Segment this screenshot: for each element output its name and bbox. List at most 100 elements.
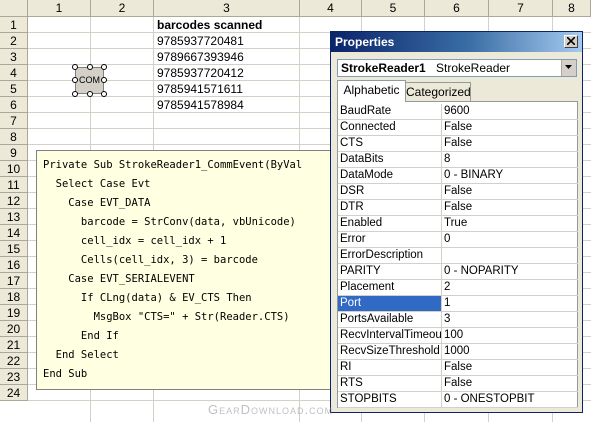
row-header[interactable]: 22 <box>0 353 28 369</box>
column-header[interactable]: 4 <box>300 0 362 17</box>
property-value[interactable]: False <box>444 136 472 151</box>
property-name[interactable]: Placement <box>338 280 442 295</box>
property-row[interactable]: RI False <box>338 360 578 376</box>
cell-barcode[interactable]: 9785937720412 <box>157 65 244 81</box>
property-value[interactable]: False <box>444 120 472 135</box>
tab-categorized[interactable]: Categorized <box>405 82 471 101</box>
row-header[interactable]: 4 <box>0 65 28 81</box>
property-row[interactable]: RecvSizeThreshold 1000 <box>338 344 578 360</box>
row-header[interactable]: 8 <box>0 129 28 145</box>
select-all-corner[interactable] <box>0 0 28 17</box>
property-value[interactable]: 8 <box>444 152 450 167</box>
row-header[interactable]: 11 <box>0 177 28 193</box>
property-row[interactable]: STOPBITS 0 - ONESTOPBIT <box>338 392 578 408</box>
column-header[interactable]: 6 <box>425 0 489 17</box>
property-row[interactable]: CTS False <box>338 136 578 152</box>
row-header[interactable]: 9 <box>0 145 28 161</box>
column-header[interactable]: 8 <box>553 0 591 17</box>
resize-handle[interactable] <box>101 77 107 83</box>
com-control[interactable]: COM <box>75 67 104 94</box>
property-value[interactable]: 100 <box>444 328 463 343</box>
property-name[interactable]: BaudRate <box>338 104 442 119</box>
column-header[interactable]: 2 <box>91 0 154 17</box>
property-name[interactable]: DTR <box>338 200 442 215</box>
property-row[interactable]: Error 0 <box>338 232 578 248</box>
row-header[interactable]: 12 <box>0 193 28 209</box>
row-header[interactable]: 1 <box>0 17 28 33</box>
row-header[interactable]: 10 <box>0 161 28 177</box>
property-value[interactable]: 1 <box>444 296 450 311</box>
row-header[interactable]: 14 <box>0 225 28 241</box>
property-row[interactable]: DataMode 0 - BINARY <box>338 168 578 184</box>
property-row[interactable]: RTS False <box>338 376 578 392</box>
property-name[interactable]: ErrorDescription <box>338 248 442 263</box>
property-name[interactable]: RecvSizeThreshold <box>338 344 442 359</box>
property-value[interactable]: 0 - NOPARITY <box>444 264 519 279</box>
property-row[interactable]: DSR False <box>338 184 578 200</box>
cell-barcode[interactable]: 9785941578984 <box>157 97 244 113</box>
column-header[interactable]: 1 <box>28 0 91 17</box>
column-header[interactable]: 7 <box>489 0 553 17</box>
row-header[interactable]: 2 <box>0 33 28 49</box>
column-header[interactable]: 5 <box>362 0 425 17</box>
property-row[interactable]: DataBits 8 <box>338 152 578 168</box>
row-header[interactable]: 20 <box>0 321 28 337</box>
property-row[interactable]: Connected False <box>338 120 578 136</box>
cell-barcode[interactable]: 9789667393946 <box>157 49 244 65</box>
property-value[interactable]: 1000 <box>444 344 470 359</box>
property-name[interactable]: DataBits <box>338 152 442 167</box>
resize-handle[interactable] <box>101 91 107 97</box>
property-name[interactable]: PARITY <box>338 264 442 279</box>
property-name[interactable]: PortsAvailable <box>338 312 442 327</box>
resize-handle[interactable] <box>101 64 107 70</box>
properties-titlebar[interactable]: Properties <box>331 32 582 52</box>
resize-handle[interactable] <box>72 64 78 70</box>
property-value[interactable]: False <box>444 184 472 199</box>
property-row[interactable]: Enabled True <box>338 216 578 232</box>
close-button[interactable] <box>564 35 578 48</box>
row-header[interactable]: 19 <box>0 305 28 321</box>
property-value[interactable]: 0 - BINARY <box>444 168 503 183</box>
property-value[interactable]: False <box>444 376 472 391</box>
row-header[interactable]: 13 <box>0 209 28 225</box>
row-header[interactable]: 6 <box>0 97 28 113</box>
property-value[interactable]: False <box>444 360 472 375</box>
row-header[interactable]: 21 <box>0 337 28 353</box>
resize-handle[interactable] <box>72 91 78 97</box>
property-value[interactable]: 0 <box>444 232 450 247</box>
property-value[interactable]: 3 <box>444 312 450 327</box>
property-row[interactable]: DTR False <box>338 200 578 216</box>
property-row[interactable]: Port 1 <box>338 296 578 312</box>
column-header[interactable]: 3 <box>154 0 300 17</box>
row-header[interactable]: 5 <box>0 81 28 97</box>
row-header[interactable]: 16 <box>0 257 28 273</box>
property-name[interactable]: RecvIntervalTimeout <box>338 328 442 343</box>
row-header[interactable]: 18 <box>0 289 28 305</box>
property-row[interactable]: ErrorDescription <box>338 248 578 264</box>
cell-barcode[interactable]: 9785937720481 <box>157 33 244 49</box>
property-value[interactable]: True <box>444 216 467 231</box>
tab-alphabetic[interactable]: Alphabetic <box>337 80 406 102</box>
row-header[interactable]: 15 <box>0 241 28 257</box>
property-row[interactable]: BaudRate 9600 <box>338 104 578 120</box>
row-header[interactable]: 23 <box>0 369 28 385</box>
property-name[interactable]: Connected <box>338 120 442 135</box>
property-value[interactable]: 9600 <box>444 104 470 119</box>
property-row[interactable]: Placement 2 <box>338 280 578 296</box>
row-header[interactable]: 3 <box>0 49 28 65</box>
property-row[interactable]: RecvIntervalTimeout 100 <box>338 328 578 344</box>
object-selector[interactable]: StrokeReader1 StrokeReader <box>337 59 577 77</box>
property-value[interactable]: False <box>444 200 472 215</box>
resize-handle[interactable] <box>87 64 93 70</box>
row-header[interactable]: 7 <box>0 113 28 129</box>
property-name[interactable]: DSR <box>338 184 442 199</box>
property-name[interactable]: Error <box>338 232 442 247</box>
row-header[interactable]: 24 <box>0 385 28 401</box>
cell-header[interactable]: barcodes scanned <box>157 17 262 33</box>
cell-barcode[interactable]: 9785941571611 <box>157 81 243 97</box>
property-name[interactable]: Enabled <box>338 216 442 231</box>
property-value[interactable]: 0 - ONESTOPBIT <box>444 392 535 407</box>
property-name[interactable]: STOPBITS <box>338 392 442 407</box>
property-name[interactable]: CTS <box>338 136 442 151</box>
object-dropdown-button[interactable] <box>561 60 576 76</box>
